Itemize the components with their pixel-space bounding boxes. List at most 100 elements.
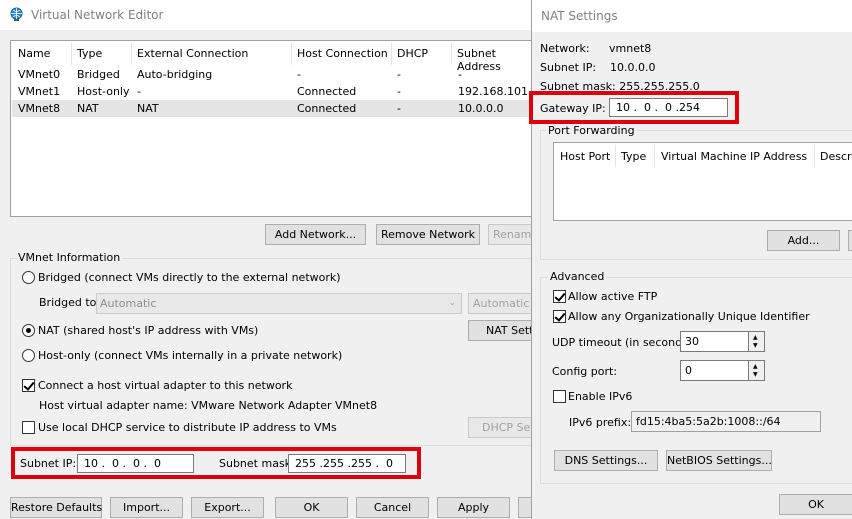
dhcp-checkbox[interactable] [22, 421, 35, 434]
column-header-host[interactable]: Host Connection [297, 47, 388, 60]
remove-port-forward-button-partial[interactable] [848, 230, 852, 251]
column-header-dhcp[interactable]: DHCP [397, 47, 428, 60]
udp-timeout-input[interactable]: 30 [680, 331, 749, 352]
port-forwarding-list[interactable]: Host Port Type Virtual Machine IP Addres… [553, 142, 852, 221]
column-header-type[interactable]: Type [77, 47, 102, 60]
remove-network-button[interactable]: Remove Network [376, 224, 480, 245]
spin-up-icon[interactable]: ▲ [753, 335, 758, 341]
table-row[interactable]: VMnet0 Bridged Auto-bridging - - - [12, 66, 539, 83]
spin-up-icon[interactable]: ▲ [753, 364, 758, 370]
column-header-name[interactable]: Name [18, 47, 50, 60]
host-only-radio[interactable] [22, 349, 35, 362]
column-separator [654, 145, 655, 167]
ipv6-prefix-label: IPv6 prefix: [569, 416, 632, 429]
spin-down-icon[interactable]: ▼ [753, 372, 758, 378]
spin-down-icon[interactable]: ▼ [753, 343, 758, 349]
automatic-settings-button[interactable]: Automatic Se [468, 293, 540, 314]
cell-dhcp: - [397, 102, 401, 115]
column-header-vm-ip[interactable]: Virtual Machine IP Address [661, 150, 807, 163]
cell-host: Connected [297, 102, 357, 115]
window-title: Virtual Network Editor [31, 8, 164, 22]
cell-name: VMnet1 [18, 85, 61, 98]
enable-ipv6-label[interactable]: Enable IPv6 [568, 390, 632, 403]
udp-timeout-spinner[interactable]: ▲ ▼ [748, 331, 765, 352]
chevron-down-icon: ⌄ [448, 298, 456, 308]
advanced-label: Advanced [548, 270, 607, 283]
table-row-selected[interactable]: VMnet8 NAT NAT Connected - 10.0.0.0 [12, 100, 539, 117]
bridged-to-label: Bridged to: [39, 296, 101, 309]
column-header-external[interactable]: External Connection [137, 47, 248, 60]
subnet-mask-label: Subnet mask: [219, 457, 295, 470]
column-separator [391, 43, 392, 65]
vmnet-information-label: VMnet Information [16, 251, 123, 264]
dhcp-settings-button[interactable]: DHCP Setti [468, 417, 540, 438]
restore-defaults-button[interactable]: Restore Defaults [10, 497, 102, 518]
active-ftp-checkbox[interactable] [553, 290, 566, 303]
connect-adapter-checkbox[interactable] [22, 379, 35, 392]
nat-title-bar: NAT Settings [532, 0, 852, 32]
gateway-ip-label: Gateway IP: [540, 102, 606, 115]
add-network-button[interactable]: Add Network... [265, 224, 366, 245]
cell-host: Connected [297, 85, 357, 98]
ok-button[interactable]: OK [275, 497, 348, 518]
ipv6-prefix-input[interactable]: fd15:4ba5:5a2b:1008::/64 [631, 411, 821, 432]
cell-subnet: - [458, 68, 462, 81]
subnet-mask-input[interactable]: 255 .255 .255 . 0 [288, 454, 406, 473]
config-port-label: Config port: [552, 365, 618, 378]
config-port-spinner[interactable]: ▲ ▼ [748, 360, 765, 381]
network-globe-icon [10, 7, 23, 21]
any-oui-label[interactable]: Allow any Organizationally Unique Identi… [568, 310, 810, 323]
cancel-button[interactable]: Cancel [356, 497, 429, 518]
subnet-ip-input[interactable]: 10 . 0 . 0 . 0 [77, 454, 194, 473]
column-header-host-port[interactable]: Host Port [560, 150, 610, 163]
nat-radio[interactable] [22, 324, 35, 337]
enable-ipv6-checkbox[interactable] [553, 390, 566, 403]
virtual-network-editor-window: Virtual Network Editor Name Type Externa… [0, 0, 550, 519]
add-port-forward-button[interactable]: Add... [767, 230, 840, 251]
table-row[interactable]: VMnet1 Host-only - Connected - 192.168.1… [12, 83, 539, 100]
nat-settings-button[interactable]: NAT Setti [468, 320, 540, 341]
cell-external: NAT [137, 102, 159, 115]
host-only-radio-label[interactable]: Host-only (connect VMs internally in a p… [38, 349, 342, 362]
bridged-to-value: Automatic [100, 297, 157, 310]
cell-host: - [297, 68, 301, 81]
column-header-description[interactable]: Descrip [820, 150, 852, 163]
config-port-input[interactable]: 0 [680, 360, 749, 381]
title-bar: Virtual Network Editor [0, 0, 540, 30]
column-separator [451, 43, 452, 65]
bridged-radio[interactable] [22, 271, 35, 284]
subnet-ip-info: Subnet IP: 10.0.0.0 [540, 61, 656, 74]
any-oui-checkbox[interactable] [553, 310, 566, 323]
cell-type: NAT [77, 102, 99, 115]
nat-dialog-title: NAT Settings [541, 9, 618, 23]
column-header-type[interactable]: Type [621, 150, 646, 163]
dns-settings-button[interactable]: DNS Settings... [554, 450, 658, 471]
export-button[interactable]: Export... [191, 497, 264, 518]
bridged-to-combo[interactable]: Automatic ⌄ [96, 293, 462, 314]
apply-button[interactable]: Apply [437, 497, 510, 518]
active-ftp-label[interactable]: Allow active FTP [568, 290, 657, 303]
cell-type: Host-only [77, 85, 130, 98]
cell-name: VMnet0 [18, 68, 61, 81]
column-separator [814, 145, 815, 167]
netbios-settings-button[interactable]: NetBIOS Settings... [666, 450, 772, 471]
gateway-ip-input[interactable]: 10 . 0 . 0 .254 [609, 98, 728, 117]
network-label: Network: [540, 42, 590, 55]
connect-adapter-label[interactable]: Connect a host virtual adapter to this n… [38, 379, 292, 392]
udp-timeout-label: UDP timeout (in seconds): [552, 336, 696, 349]
dhcp-label[interactable]: Use local DHCP service to distribute IP … [38, 421, 337, 434]
nat-radio-label[interactable]: NAT (shared host's IP address with VMs) [38, 324, 258, 337]
cell-dhcp: - [397, 68, 401, 81]
nat-ok-button[interactable]: OK [779, 494, 852, 515]
cell-type: Bridged [77, 68, 120, 81]
column-separator [131, 43, 132, 65]
cell-subnet: 192.168.101.0 [458, 85, 539, 98]
column-separator [71, 43, 72, 65]
import-button[interactable]: Import... [110, 497, 183, 518]
network-list[interactable]: Name Type External Connection Host Conne… [10, 40, 540, 217]
bridged-radio-label[interactable]: Bridged (connect VMs directly to the ext… [38, 271, 341, 284]
column-separator [291, 43, 292, 65]
port-forwarding-label: Port Forwarding [546, 124, 637, 137]
nat-settings-dialog: NAT Settings Network: vmnet8 Subnet IP: … [529, 0, 852, 519]
cell-name: VMnet8 [18, 102, 61, 115]
